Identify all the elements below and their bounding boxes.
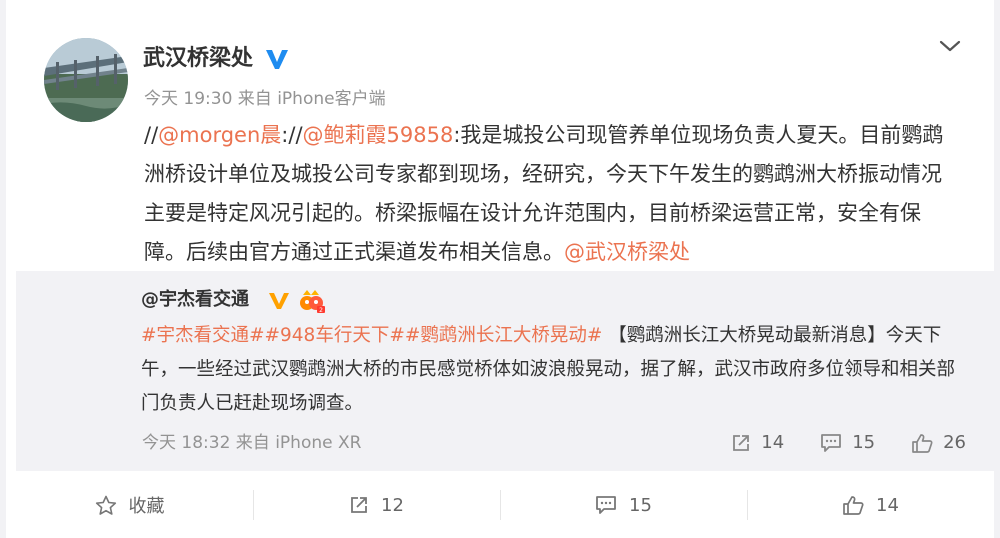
repost-icon	[733, 435, 750, 451]
repost-text: #宇杰看交通##948车行天下##鹦鹉洲长江大桥晃动# 【鹦鹉洲长江大桥晃动最新…	[141, 319, 956, 421]
like-button[interactable]: 14	[747, 472, 994, 538]
post-separator: ://	[281, 123, 303, 147]
comment-button[interactable]: 15	[500, 472, 747, 538]
mention-baolixia[interactable]: @鲍莉霞59858	[303, 123, 454, 147]
topic-link[interactable]: #宇杰看交通#	[141, 325, 265, 346]
comment-icon	[821, 434, 842, 452]
like-count: 14	[876, 494, 899, 516]
favorite-button[interactable]: 收藏	[6, 472, 253, 538]
star-icon	[95, 495, 116, 515]
avatar[interactable]	[44, 38, 128, 122]
repost-count: 12	[381, 494, 404, 516]
post-meta: 今天 19:30 来自 iPhone客户端	[144, 89, 386, 109]
repost-like-button[interactable]: 26	[911, 430, 966, 456]
post-action-bar: 收藏 12 15 14	[6, 472, 994, 538]
repost-stats: 14 15 26	[695, 430, 966, 456]
repost-comment-button[interactable]: 15	[820, 430, 875, 456]
svg-text:2: 2	[319, 307, 323, 314]
repost-like-count: 26	[943, 432, 966, 453]
mention-wuhan-bridge[interactable]: @武汉桥梁处	[564, 240, 690, 264]
member-crown-icon: 2	[300, 290, 325, 314]
weibo-post-card: 武汉桥梁处 今天 19:30 来自 iPhone客户端 //@morgen晨:/…	[6, 0, 994, 538]
comment-count: 15	[629, 494, 652, 516]
user-name[interactable]: 武汉桥梁处	[143, 43, 253, 75]
mention-morgen[interactable]: @morgen晨	[158, 123, 281, 147]
comment-icon	[596, 496, 616, 514]
favorite-label: 收藏	[128, 496, 165, 517]
chevron-down-icon[interactable]	[938, 36, 962, 56]
like-icon	[912, 434, 933, 453]
topic-link[interactable]: #鹦鹉洲长江大桥晃动#	[405, 325, 603, 346]
repost-share-button[interactable]: 14	[731, 430, 784, 456]
repost-button[interactable]: 12	[253, 472, 500, 538]
gold-verified-icon	[269, 293, 289, 309]
post-prefix: //	[144, 123, 159, 147]
repost-comment-count: 15	[852, 432, 876, 453]
repost-icon	[351, 497, 367, 513]
verified-icon	[266, 50, 288, 69]
reposted-weibo[interactable]: @宇杰看交通 2 #宇杰看交通##948车行天下##鹦鹉洲长江大桥晃动# 【鹦鹉…	[16, 271, 994, 471]
repost-meta: 今天 18:32 来自 iPhone XR	[142, 433, 362, 453]
repost-share-count: 14	[761, 432, 785, 453]
like-icon	[843, 496, 864, 515]
topic-link[interactable]: #948车行天下#	[265, 325, 405, 346]
post-text: //@morgen晨://@鲍莉霞59858:我是城投公司现管养单位现场负责人夏…	[144, 116, 944, 272]
repost-user-name[interactable]: @宇杰看交通	[141, 286, 249, 314]
